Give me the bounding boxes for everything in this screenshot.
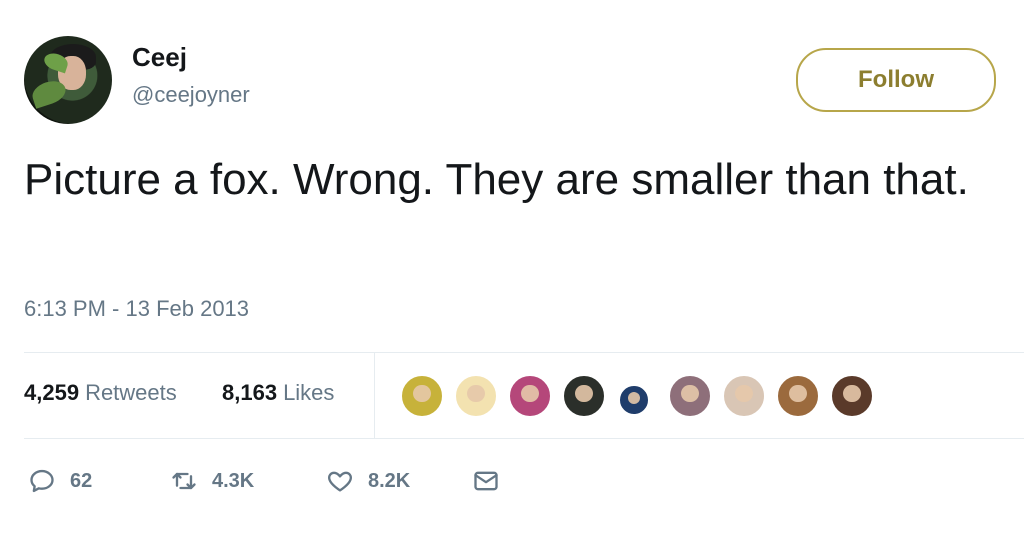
tweet-timestamp[interactable]: 6:13 PM - 13 Feb 2013 [24,296,249,322]
liker-avatar[interactable] [776,374,820,418]
reply-icon [30,469,54,493]
likes-stat[interactable]: 8,163 Likes [222,380,334,406]
liker-avatar[interactable] [508,374,552,418]
retweets-count: 4,259 [24,380,80,405]
retweet-count: 4.3K [212,469,255,492]
stats-separator [374,352,375,438]
liker-avatar[interactable] [722,374,766,418]
reply-button[interactable]: 62 [28,458,92,504]
retweet-button[interactable]: 4.3K [170,458,254,504]
liker-avatar[interactable] [618,384,650,416]
reply-count: 62 [70,469,93,492]
envelope-icon [474,471,498,491]
tweet-header: Ceej @ceejoyner Follow [24,36,1000,126]
like-count: 8.2K [368,469,411,492]
likes-count: 8,163 [222,380,278,405]
retweet-icon [172,472,196,490]
display-name[interactable]: Ceej [132,42,250,72]
tweet-actions: 62 4.3K 8.2K [24,458,624,504]
divider [24,438,1024,439]
likes-label: Likes [283,380,335,405]
liker-avatar[interactable] [830,374,874,418]
liker-avatar[interactable] [400,374,444,418]
retweets-stat[interactable]: 4,259 Retweets [24,380,177,406]
liker-avatar[interactable] [454,374,498,418]
tweet-stats: 4,259 Retweets 8,163 Likes [24,352,1024,438]
avatar[interactable] [24,36,112,124]
liker-avatar[interactable] [562,374,606,418]
like-button[interactable]: 8.2K [326,458,410,504]
liker-avatar[interactable] [668,374,712,418]
heart-icon [328,471,352,492]
follow-button[interactable]: Follow [796,48,996,112]
liker-avatars [400,374,920,420]
user-handle[interactable]: @ceejoyner [132,80,250,110]
retweets-label: Retweets [85,380,177,405]
user-info: Ceej @ceejoyner [132,42,250,110]
tweet-text: Picture a fox. Wrong. They are smaller t… [24,155,969,204]
direct-message-button[interactable] [472,458,500,504]
